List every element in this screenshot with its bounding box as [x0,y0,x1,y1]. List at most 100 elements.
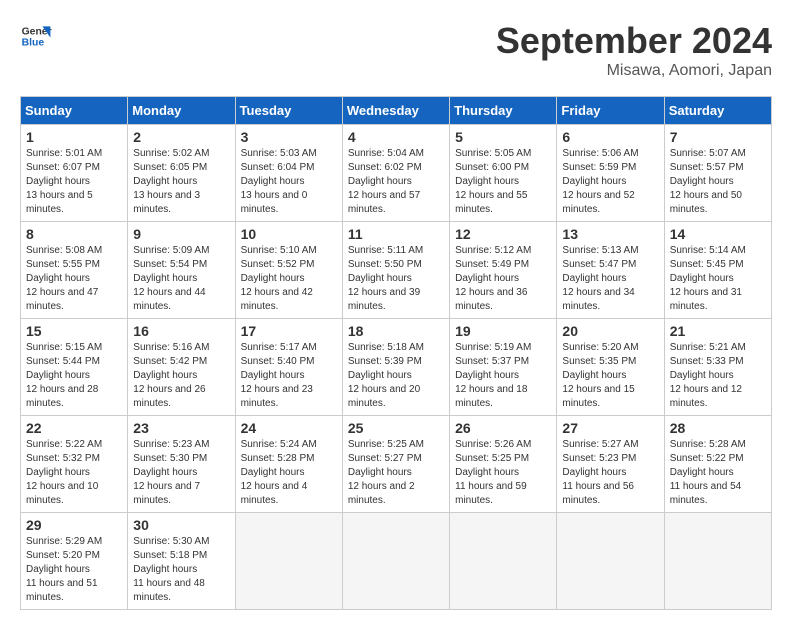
day-number: 30 [133,517,229,533]
calendar-header-row: SundayMondayTuesdayWednesdayThursdayFrid… [21,97,772,125]
day-info: Sunrise: 5:01 AM Sunset: 6:07 PM Dayligh… [26,147,122,217]
calendar-cell: 1 Sunrise: 5:01 AM Sunset: 6:07 PM Dayli… [21,125,128,222]
calendar-cell [342,513,449,610]
day-info: Sunrise: 5:21 AM Sunset: 5:33 PM Dayligh… [670,341,766,411]
calendar-cell: 9 Sunrise: 5:09 AM Sunset: 5:54 PM Dayli… [128,222,235,319]
logo: General Blue [20,20,52,52]
day-number: 23 [133,420,229,436]
calendar-week-4: 22 Sunrise: 5:22 AM Sunset: 5:32 PM Dayl… [21,416,772,513]
day-info: Sunrise: 5:17 AM Sunset: 5:40 PM Dayligh… [241,341,337,411]
day-info: Sunrise: 5:19 AM Sunset: 5:37 PM Dayligh… [455,341,551,411]
day-number: 21 [670,323,766,339]
calendar-cell: 19 Sunrise: 5:19 AM Sunset: 5:37 PM Dayl… [450,319,557,416]
calendar-cell [664,513,771,610]
calendar-cell: 13 Sunrise: 5:13 AM Sunset: 5:47 PM Dayl… [557,222,664,319]
calendar-week-5: 29 Sunrise: 5:29 AM Sunset: 5:20 PM Dayl… [21,513,772,610]
day-info: Sunrise: 5:07 AM Sunset: 5:57 PM Dayligh… [670,147,766,217]
col-header-sunday: Sunday [21,97,128,125]
day-number: 24 [241,420,337,436]
col-header-tuesday: Tuesday [235,97,342,125]
calendar-cell: 15 Sunrise: 5:15 AM Sunset: 5:44 PM Dayl… [21,319,128,416]
calendar-cell: 12 Sunrise: 5:12 AM Sunset: 5:49 PM Dayl… [450,222,557,319]
day-number: 4 [348,129,444,145]
day-info: Sunrise: 5:22 AM Sunset: 5:32 PM Dayligh… [26,438,122,508]
calendar-cell: 27 Sunrise: 5:27 AM Sunset: 5:23 PM Dayl… [557,416,664,513]
calendar-cell: 28 Sunrise: 5:28 AM Sunset: 5:22 PM Dayl… [664,416,771,513]
svg-text:Blue: Blue [22,38,45,49]
calendar-cell: 22 Sunrise: 5:22 AM Sunset: 5:32 PM Dayl… [21,416,128,513]
calendar-cell [235,513,342,610]
calendar-cell: 26 Sunrise: 5:26 AM Sunset: 5:25 PM Dayl… [450,416,557,513]
calendar-cell [557,513,664,610]
calendar-cell: 16 Sunrise: 5:16 AM Sunset: 5:42 PM Dayl… [128,319,235,416]
calendar-week-2: 8 Sunrise: 5:08 AM Sunset: 5:55 PM Dayli… [21,222,772,319]
col-header-saturday: Saturday [664,97,771,125]
day-info: Sunrise: 5:16 AM Sunset: 5:42 PM Dayligh… [133,341,229,411]
day-info: Sunrise: 5:04 AM Sunset: 6:02 PM Dayligh… [348,147,444,217]
day-info: Sunrise: 5:20 AM Sunset: 5:35 PM Dayligh… [562,341,658,411]
day-info: Sunrise: 5:14 AM Sunset: 5:45 PM Dayligh… [670,244,766,314]
month-title: September 2024 [496,20,772,62]
calendar-cell: 8 Sunrise: 5:08 AM Sunset: 5:55 PM Dayli… [21,222,128,319]
calendar-cell: 2 Sunrise: 5:02 AM Sunset: 6:05 PM Dayli… [128,125,235,222]
day-number: 5 [455,129,551,145]
day-info: Sunrise: 5:15 AM Sunset: 5:44 PM Dayligh… [26,341,122,411]
calendar-cell: 23 Sunrise: 5:23 AM Sunset: 5:30 PM Dayl… [128,416,235,513]
col-header-wednesday: Wednesday [342,97,449,125]
calendar-cell: 21 Sunrise: 5:21 AM Sunset: 5:33 PM Dayl… [664,319,771,416]
day-info: Sunrise: 5:28 AM Sunset: 5:22 PM Dayligh… [670,438,766,508]
day-info: Sunrise: 5:23 AM Sunset: 5:30 PM Dayligh… [133,438,229,508]
day-number: 10 [241,226,337,242]
day-number: 1 [26,129,122,145]
day-number: 12 [455,226,551,242]
calendar-cell: 30 Sunrise: 5:30 AM Sunset: 5:18 PM Dayl… [128,513,235,610]
calendar-week-1: 1 Sunrise: 5:01 AM Sunset: 6:07 PM Dayli… [21,125,772,222]
day-info: Sunrise: 5:11 AM Sunset: 5:50 PM Dayligh… [348,244,444,314]
logo-icon: General Blue [20,20,52,52]
calendar-cell: 20 Sunrise: 5:20 AM Sunset: 5:35 PM Dayl… [557,319,664,416]
day-number: 11 [348,226,444,242]
day-number: 6 [562,129,658,145]
day-number: 26 [455,420,551,436]
calendar-cell: 11 Sunrise: 5:11 AM Sunset: 5:50 PM Dayl… [342,222,449,319]
day-info: Sunrise: 5:27 AM Sunset: 5:23 PM Dayligh… [562,438,658,508]
day-info: Sunrise: 5:09 AM Sunset: 5:54 PM Dayligh… [133,244,229,314]
calendar-table: SundayMondayTuesdayWednesdayThursdayFrid… [20,96,772,610]
day-number: 25 [348,420,444,436]
day-number: 14 [670,226,766,242]
calendar-cell: 24 Sunrise: 5:24 AM Sunset: 5:28 PM Dayl… [235,416,342,513]
calendar-cell [450,513,557,610]
day-info: Sunrise: 5:18 AM Sunset: 5:39 PM Dayligh… [348,341,444,411]
title-block: September 2024 Misawa, Aomori, Japan [496,20,772,80]
day-info: Sunrise: 5:30 AM Sunset: 5:18 PM Dayligh… [133,535,229,605]
col-header-monday: Monday [128,97,235,125]
day-number: 16 [133,323,229,339]
day-number: 19 [455,323,551,339]
day-number: 15 [26,323,122,339]
calendar-cell: 3 Sunrise: 5:03 AM Sunset: 6:04 PM Dayli… [235,125,342,222]
calendar-cell: 6 Sunrise: 5:06 AM Sunset: 5:59 PM Dayli… [557,125,664,222]
day-number: 20 [562,323,658,339]
calendar-week-3: 15 Sunrise: 5:15 AM Sunset: 5:44 PM Dayl… [21,319,772,416]
calendar-cell: 25 Sunrise: 5:25 AM Sunset: 5:27 PM Dayl… [342,416,449,513]
col-header-friday: Friday [557,97,664,125]
col-header-thursday: Thursday [450,97,557,125]
page-header: General Blue September 2024 Misawa, Aomo… [20,20,772,80]
day-info: Sunrise: 5:13 AM Sunset: 5:47 PM Dayligh… [562,244,658,314]
day-info: Sunrise: 5:03 AM Sunset: 6:04 PM Dayligh… [241,147,337,217]
day-info: Sunrise: 5:08 AM Sunset: 5:55 PM Dayligh… [26,244,122,314]
calendar-cell: 4 Sunrise: 5:04 AM Sunset: 6:02 PM Dayli… [342,125,449,222]
calendar-cell: 18 Sunrise: 5:18 AM Sunset: 5:39 PM Dayl… [342,319,449,416]
day-number: 13 [562,226,658,242]
day-number: 9 [133,226,229,242]
calendar-cell: 14 Sunrise: 5:14 AM Sunset: 5:45 PM Dayl… [664,222,771,319]
day-number: 28 [670,420,766,436]
day-info: Sunrise: 5:25 AM Sunset: 5:27 PM Dayligh… [348,438,444,508]
day-info: Sunrise: 5:06 AM Sunset: 5:59 PM Dayligh… [562,147,658,217]
day-number: 22 [26,420,122,436]
day-info: Sunrise: 5:26 AM Sunset: 5:25 PM Dayligh… [455,438,551,508]
day-number: 18 [348,323,444,339]
day-info: Sunrise: 5:24 AM Sunset: 5:28 PM Dayligh… [241,438,337,508]
calendar-cell: 10 Sunrise: 5:10 AM Sunset: 5:52 PM Dayl… [235,222,342,319]
day-info: Sunrise: 5:05 AM Sunset: 6:00 PM Dayligh… [455,147,551,217]
